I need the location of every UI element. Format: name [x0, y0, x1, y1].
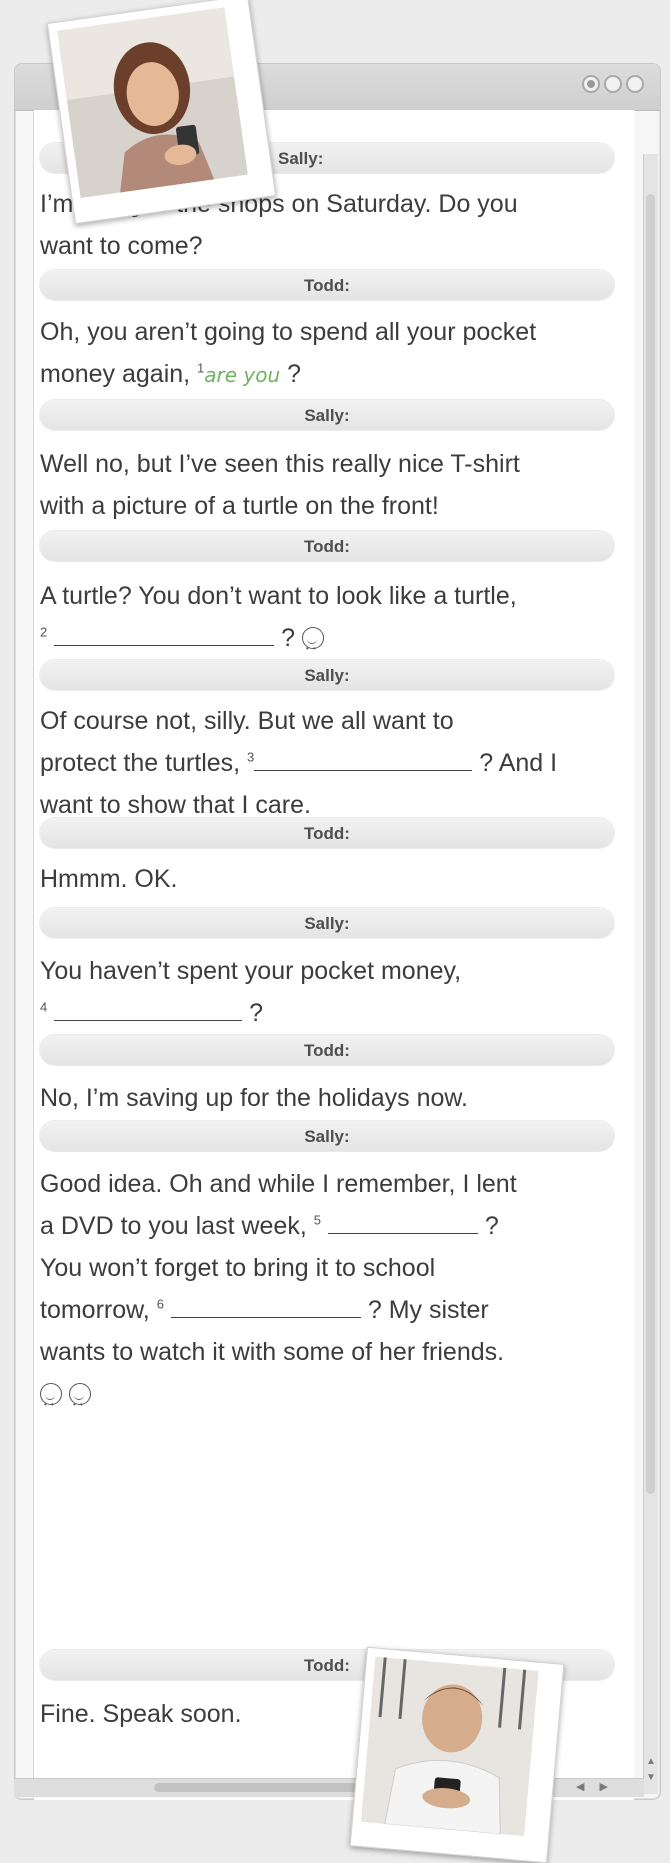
question-number: 5	[313, 1212, 321, 1228]
smiley-icon	[40, 1383, 62, 1426]
speaker-bar: Todd:	[40, 531, 614, 561]
question-number: 6	[156, 1296, 164, 1312]
message-line: Good idea. Oh and while I remember, I le…	[40, 1170, 517, 1198]
chat-message: No, I’m saving up for the holidays now.	[40, 1077, 614, 1119]
message-line: You won’t forget to bring it to school	[40, 1254, 436, 1282]
message-line: a DVD to you last week, 5 ?	[40, 1212, 499, 1240]
answer-blank[interactable]	[54, 1000, 243, 1021]
message-line: A turtle? You don’t want to look like a …	[40, 582, 517, 610]
chat-message: You haven’t spent your pocket money, 4 ?	[40, 950, 614, 1034]
message-line: money again, 1are you ?	[40, 360, 302, 388]
girl-with-phone-photo	[57, 5, 266, 214]
speaker-name: Todd:	[304, 276, 350, 295]
speaker-name: Sally:	[304, 914, 350, 933]
message-line: 4 ?	[40, 999, 264, 1027]
chat-message: Of course not, silly. But we all want to…	[40, 700, 614, 826]
message-line: You haven’t spent your pocket money,	[40, 957, 462, 985]
answer-blank[interactable]	[54, 625, 275, 646]
close-button[interactable]	[626, 75, 644, 93]
message-line: 2 ?	[40, 617, 614, 670]
message-line: Of course not, silly. But we all want to	[40, 707, 454, 735]
message-line: want to come?	[40, 232, 203, 260]
speaker-name: Sally:	[304, 666, 350, 685]
speaker-bar: Todd:	[40, 818, 614, 848]
message-line: tomorrow, 6 ? My sister	[40, 1296, 489, 1324]
zoom-button[interactable]	[582, 75, 600, 93]
message-line: Oh, you aren’t going to spend all your p…	[40, 318, 537, 346]
answer-text: are you	[204, 363, 281, 387]
message-line: protect the turtles, 3 ? And I	[40, 749, 558, 777]
speaker-name: Todd:	[304, 537, 350, 556]
chat-message: Well no, but I’ve seen this really nice …	[40, 443, 614, 527]
smiley-icon	[302, 627, 324, 670]
speaker-bar: Sally:	[40, 400, 614, 430]
boy-with-phone-photo	[359, 1656, 554, 1854]
answer-blank[interactable]	[254, 750, 473, 771]
chat-message: Hmmm. OK.	[40, 858, 614, 900]
speaker-bar: Sally:	[40, 660, 614, 690]
chat-message: Good idea. Oh and while I remember, I le…	[40, 1163, 614, 1426]
speaker-bar: Todd:	[40, 1035, 614, 1065]
message-line: No, I’m saving up for the holidays now.	[40, 1084, 469, 1112]
window-controls	[582, 75, 644, 93]
answer-blank[interactable]	[327, 1213, 478, 1234]
speaker-name: Sally:	[304, 406, 350, 425]
chat-message: A turtle? You don’t want to look like a …	[40, 575, 614, 670]
question-number: 3	[247, 749, 255, 765]
question-number: 4	[40, 999, 48, 1015]
vertical-scroll-arrows[interactable]: ▲ ▼	[645, 1754, 657, 1786]
speaker-bar: Todd:	[40, 270, 614, 300]
smiley-icon	[68, 1383, 91, 1426]
minimize-button[interactable]	[604, 75, 622, 93]
speaker-name: Todd:	[304, 824, 350, 843]
horizontal-scroll-arrows[interactable]: ◀ ▶	[576, 1780, 614, 1793]
message-line: Well no, but I’ve seen this really nice …	[40, 450, 520, 478]
chat-message: Oh, you aren’t going to spend all your p…	[40, 311, 614, 396]
question-number: 2	[40, 624, 48, 640]
speaker-name: Sally:	[304, 1127, 350, 1146]
sally-photo	[46, 0, 277, 225]
todd-photo	[349, 1646, 565, 1863]
vertical-scrollbar[interactable]: ▲ ▼	[643, 154, 658, 1794]
speaker-bar: Sally:	[40, 1121, 614, 1151]
message-line: wants to watch it with some of her frien…	[40, 1338, 505, 1366]
vertical-scroll-thumb[interactable]	[646, 194, 655, 1494]
message-line: Hmmm. OK.	[40, 865, 178, 893]
message-line: with a picture of a turtle on the front!	[40, 492, 439, 520]
speaker-name: Todd:	[304, 1041, 350, 1060]
speaker-bar: Sally:	[40, 908, 614, 938]
answer-blank[interactable]	[170, 1297, 361, 1318]
message-line	[40, 1373, 614, 1426]
